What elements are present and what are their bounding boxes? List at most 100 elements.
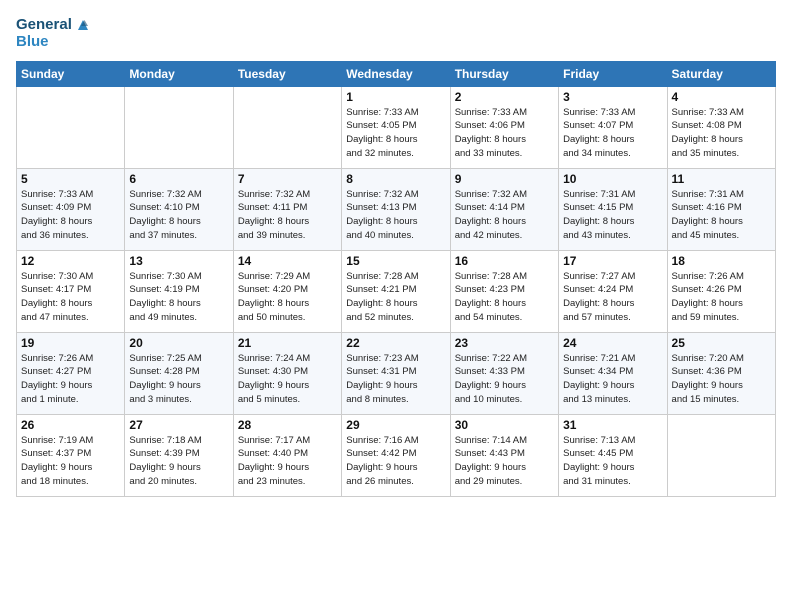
day-number: 13 bbox=[129, 254, 228, 268]
day-cell: 2 Sunrise: 7:33 AM Sunset: 4:06 PM Daylig… bbox=[450, 86, 558, 168]
day-number: 5 bbox=[21, 172, 120, 186]
day-info: Sunrise: 7:16 AM Sunset: 4:42 PM Dayligh… bbox=[346, 434, 445, 489]
day-info: Sunrise: 7:25 AM Sunset: 4:28 PM Dayligh… bbox=[129, 352, 228, 407]
day-number: 27 bbox=[129, 418, 228, 432]
logo-text-general: General bbox=[16, 17, 72, 34]
week-row-3: 12 Sunrise: 7:30 AM Sunset: 4:17 PM Dayli… bbox=[17, 250, 776, 332]
day-cell: 3 Sunrise: 7:33 AM Sunset: 4:07 PM Daylig… bbox=[559, 86, 667, 168]
day-cell: 21 Sunrise: 7:24 AM Sunset: 4:30 PM Dayli… bbox=[233, 332, 341, 414]
logo-text-blue: Blue bbox=[16, 34, 49, 51]
day-info: Sunrise: 7:13 AM Sunset: 4:45 PM Dayligh… bbox=[563, 434, 662, 489]
day-info: Sunrise: 7:30 AM Sunset: 4:17 PM Dayligh… bbox=[21, 270, 120, 325]
week-row-1: 1 Sunrise: 7:33 AM Sunset: 4:05 PM Daylig… bbox=[17, 86, 776, 168]
day-info: Sunrise: 7:28 AM Sunset: 4:23 PM Dayligh… bbox=[455, 270, 554, 325]
day-info: Sunrise: 7:18 AM Sunset: 4:39 PM Dayligh… bbox=[129, 434, 228, 489]
weekday-thursday: Thursday bbox=[450, 61, 558, 86]
day-info: Sunrise: 7:33 AM Sunset: 4:07 PM Dayligh… bbox=[563, 106, 662, 161]
day-info: Sunrise: 7:33 AM Sunset: 4:08 PM Dayligh… bbox=[672, 106, 771, 161]
day-cell: 20Sunrise: 7:25 AM Sunset: 4:28 PM Dayli… bbox=[125, 332, 233, 414]
day-info: Sunrise: 7:32 AM Sunset: 4:14 PM Dayligh… bbox=[455, 188, 554, 243]
day-number: 6 bbox=[129, 172, 228, 186]
day-info: Sunrise: 7:22 AM Sunset: 4:33 PM Dayligh… bbox=[455, 352, 554, 407]
day-info: Sunrise: 7:33 AM Sunset: 4:09 PM Dayligh… bbox=[21, 188, 120, 243]
day-info: Sunrise: 7:21 AM Sunset: 4:34 PM Dayligh… bbox=[563, 352, 662, 407]
day-cell: 30 Sunrise: 7:14 AM Sunset: 4:43 PM Dayli… bbox=[450, 414, 558, 496]
day-number: 15 bbox=[346, 254, 445, 268]
day-cell: 14 Sunrise: 7:29 AM Sunset: 4:20 PM Dayli… bbox=[233, 250, 341, 332]
day-number: 11 bbox=[672, 172, 771, 186]
day-number: 2 bbox=[455, 90, 554, 104]
logo-triangle-icon bbox=[74, 16, 92, 34]
day-info: Sunrise: 7:28 AM Sunset: 4:21 PM Dayligh… bbox=[346, 270, 445, 325]
day-number: 1 bbox=[346, 90, 445, 104]
day-number: 31 bbox=[563, 418, 662, 432]
day-cell: 16 Sunrise: 7:28 AM Sunset: 4:23 PM Dayli… bbox=[450, 250, 558, 332]
day-cell bbox=[17, 86, 125, 168]
day-cell: 11 Sunrise: 7:31 AM Sunset: 4:16 PM Dayli… bbox=[667, 168, 775, 250]
calendar: SundayMondayTuesdayWednesdayThursdayFrid… bbox=[16, 61, 776, 497]
weekday-friday: Friday bbox=[559, 61, 667, 86]
day-cell: 28 Sunrise: 7:17 AM Sunset: 4:40 PM Dayli… bbox=[233, 414, 341, 496]
day-info: Sunrise: 7:33 AM Sunset: 4:06 PM Dayligh… bbox=[455, 106, 554, 161]
day-info: Sunrise: 7:29 AM Sunset: 4:20 PM Dayligh… bbox=[238, 270, 337, 325]
day-cell: 6 Sunrise: 7:32 AM Sunset: 4:10 PM Daylig… bbox=[125, 168, 233, 250]
day-cell: 23 Sunrise: 7:22 AM Sunset: 4:33 PM Dayli… bbox=[450, 332, 558, 414]
weekday-tuesday: Tuesday bbox=[233, 61, 341, 86]
day-cell bbox=[125, 86, 233, 168]
weekday-saturday: Saturday bbox=[667, 61, 775, 86]
day-number: 12 bbox=[21, 254, 120, 268]
day-number: 7 bbox=[238, 172, 337, 186]
weekday-wednesday: Wednesday bbox=[342, 61, 450, 86]
day-cell bbox=[233, 86, 341, 168]
day-number: 28 bbox=[238, 418, 337, 432]
day-cell: 22Sunrise: 7:23 AM Sunset: 4:31 PM Dayli… bbox=[342, 332, 450, 414]
day-cell: 5 Sunrise: 7:33 AM Sunset: 4:09 PM Daylig… bbox=[17, 168, 125, 250]
day-cell: 1 Sunrise: 7:33 AM Sunset: 4:05 PM Daylig… bbox=[342, 86, 450, 168]
day-cell: 8Sunrise: 7:32 AM Sunset: 4:13 PM Daylig… bbox=[342, 168, 450, 250]
day-number: 10 bbox=[563, 172, 662, 186]
day-number: 23 bbox=[455, 336, 554, 350]
day-number: 17 bbox=[563, 254, 662, 268]
day-info: Sunrise: 7:32 AM Sunset: 4:11 PM Dayligh… bbox=[238, 188, 337, 243]
day-cell: 31 Sunrise: 7:13 AM Sunset: 4:45 PM Dayli… bbox=[559, 414, 667, 496]
day-cell: 19Sunrise: 7:26 AM Sunset: 4:27 PM Dayli… bbox=[17, 332, 125, 414]
day-info: Sunrise: 7:32 AM Sunset: 4:10 PM Dayligh… bbox=[129, 188, 228, 243]
week-row-5: 26 Sunrise: 7:19 AM Sunset: 4:37 PM Dayli… bbox=[17, 414, 776, 496]
day-info: Sunrise: 7:14 AM Sunset: 4:43 PM Dayligh… bbox=[455, 434, 554, 489]
day-info: Sunrise: 7:32 AM Sunset: 4:13 PM Dayligh… bbox=[346, 188, 445, 243]
day-number: 26 bbox=[21, 418, 120, 432]
day-info: Sunrise: 7:26 AM Sunset: 4:26 PM Dayligh… bbox=[672, 270, 771, 325]
day-number: 30 bbox=[455, 418, 554, 432]
day-cell: 4Sunrise: 7:33 AM Sunset: 4:08 PM Daylig… bbox=[667, 86, 775, 168]
day-info: Sunrise: 7:31 AM Sunset: 4:15 PM Dayligh… bbox=[563, 188, 662, 243]
weekday-monday: Monday bbox=[125, 61, 233, 86]
day-number: 3 bbox=[563, 90, 662, 104]
day-number: 9 bbox=[455, 172, 554, 186]
logo-graphic: General Blue bbox=[16, 16, 92, 51]
week-row-2: 5 Sunrise: 7:33 AM Sunset: 4:09 PM Daylig… bbox=[17, 168, 776, 250]
day-cell: 26 Sunrise: 7:19 AM Sunset: 4:37 PM Dayli… bbox=[17, 414, 125, 496]
day-info: Sunrise: 7:27 AM Sunset: 4:24 PM Dayligh… bbox=[563, 270, 662, 325]
day-number: 14 bbox=[238, 254, 337, 268]
day-info: Sunrise: 7:26 AM Sunset: 4:27 PM Dayligh… bbox=[21, 352, 120, 407]
weekday-header-row: SundayMondayTuesdayWednesdayThursdayFrid… bbox=[17, 61, 776, 86]
day-number: 16 bbox=[455, 254, 554, 268]
day-info: Sunrise: 7:24 AM Sunset: 4:30 PM Dayligh… bbox=[238, 352, 337, 407]
day-cell: 29 Sunrise: 7:16 AM Sunset: 4:42 PM Dayli… bbox=[342, 414, 450, 496]
day-info: Sunrise: 7:19 AM Sunset: 4:37 PM Dayligh… bbox=[21, 434, 120, 489]
day-cell: 10 Sunrise: 7:31 AM Sunset: 4:15 PM Dayli… bbox=[559, 168, 667, 250]
week-row-4: 19Sunrise: 7:26 AM Sunset: 4:27 PM Dayli… bbox=[17, 332, 776, 414]
day-cell: 13Sunrise: 7:30 AM Sunset: 4:19 PM Dayli… bbox=[125, 250, 233, 332]
day-number: 25 bbox=[672, 336, 771, 350]
logo: General Blue bbox=[16, 16, 92, 51]
day-info: Sunrise: 7:33 AM Sunset: 4:05 PM Dayligh… bbox=[346, 106, 445, 161]
day-number: 21 bbox=[238, 336, 337, 350]
day-cell: 7 Sunrise: 7:32 AM Sunset: 4:11 PM Daylig… bbox=[233, 168, 341, 250]
day-cell: 24Sunrise: 7:21 AM Sunset: 4:34 PM Dayli… bbox=[559, 332, 667, 414]
page: General Blue SundayMondayTuesdayWednesda… bbox=[0, 0, 792, 612]
day-info: Sunrise: 7:20 AM Sunset: 4:36 PM Dayligh… bbox=[672, 352, 771, 407]
weekday-sunday: Sunday bbox=[17, 61, 125, 86]
day-number: 29 bbox=[346, 418, 445, 432]
day-info: Sunrise: 7:31 AM Sunset: 4:16 PM Dayligh… bbox=[672, 188, 771, 243]
day-info: Sunrise: 7:17 AM Sunset: 4:40 PM Dayligh… bbox=[238, 434, 337, 489]
